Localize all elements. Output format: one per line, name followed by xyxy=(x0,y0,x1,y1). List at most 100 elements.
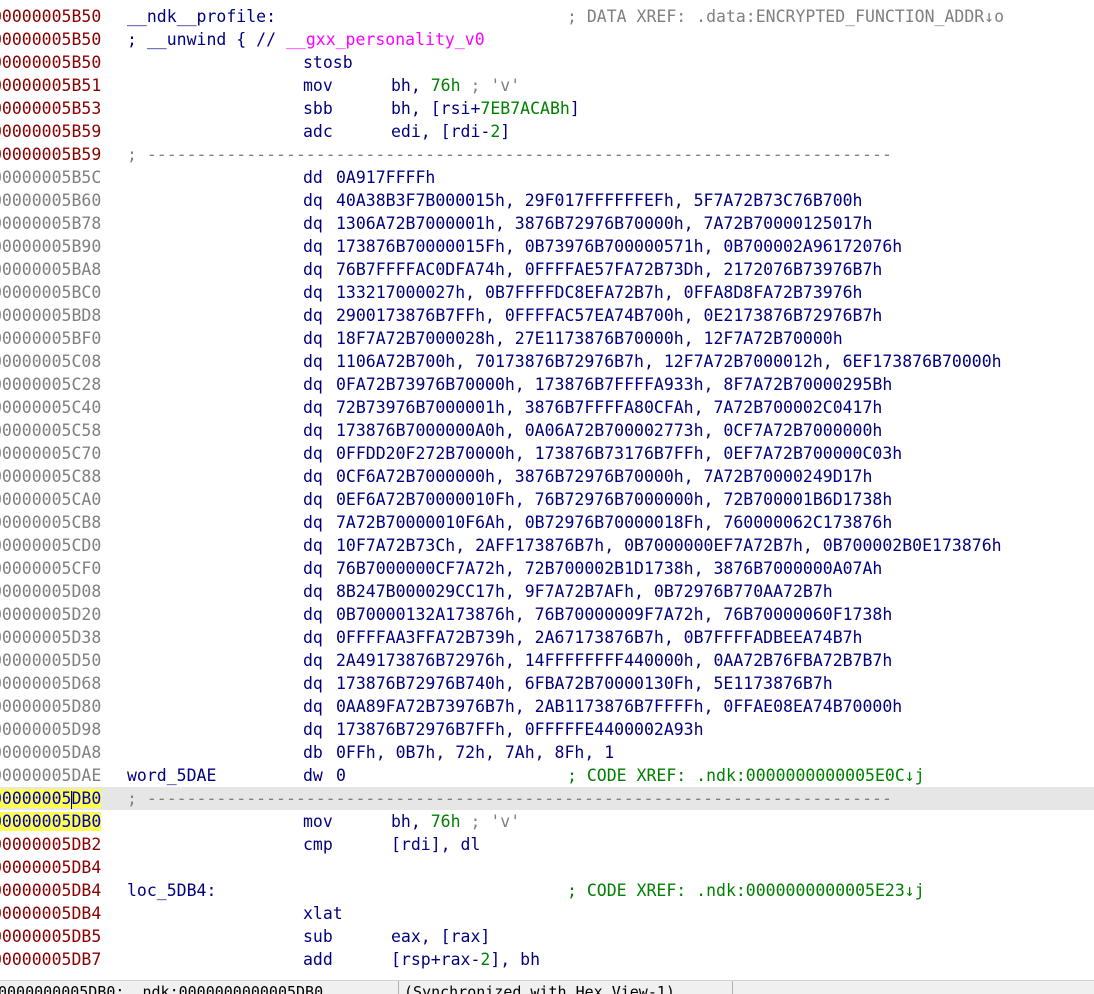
mnemonic[interactable]: mov xyxy=(303,810,333,833)
data-values[interactable]: 0A917FFFFh xyxy=(336,166,435,189)
mnemonic[interactable]: dq xyxy=(303,212,323,235)
listing-line[interactable]: 00000005B50 stosb xyxy=(0,51,1094,74)
data-values[interactable]: 40A38B3F7B000015h, 29F017FFFFFFEFh, 5F7A… xyxy=(336,189,863,212)
data-values[interactable]: 173876B72976B7FFh, 0FFFFFE4400002A93h xyxy=(336,718,704,741)
listing-line[interactable]: 00000005BD8 dq 2900173876B7FFh, 0FFFFAC57E… xyxy=(0,304,1094,327)
mnemonic[interactable]: db xyxy=(303,741,323,764)
data-values[interactable]: 0FFFFAA3FFA72B739h, 2A67173876B7h, 0B7FF… xyxy=(336,626,863,649)
data-values[interactable]: 8B247B000029CC17h, 9F7A72B7AFh, 0B72976B… xyxy=(336,580,833,603)
listing-line[interactable]: 00000005DB2 cmp [rdi], dl xyxy=(0,833,1094,856)
mnemonic[interactable]: dq xyxy=(303,626,323,649)
operands[interactable]: bh, 76h ; 'v' xyxy=(391,74,520,97)
data-values[interactable]: 173876B70000015Fh, 0B73976B700000571h, 0… xyxy=(336,235,902,258)
data-values[interactable]: 0EF6A72B70000010Fh, 76B72976B7000000h, 7… xyxy=(336,488,892,511)
mnemonic[interactable]: dq xyxy=(303,281,323,304)
listing-line[interactable]: 00000005C28 dq 0FA72B73976B70000h, 173876B… xyxy=(0,373,1094,396)
mnemonic[interactable]: dq xyxy=(303,327,323,350)
listing-line[interactable]: 00000005D98 dq 173876B72976B7FFh, 0FFFFFE4… xyxy=(0,718,1094,741)
data-values[interactable]: 72B73976B7000001h, 3876B7FFFFA80CFAh, 7A… xyxy=(336,396,882,419)
listing-line[interactable]: 00000005DB4 xyxy=(0,856,1094,879)
code-label[interactable]: __ndk__profile: xyxy=(127,5,276,28)
listing-line[interactable]: 00000005D68 dq 173876B72976B740h, 6FBA72B7… xyxy=(0,672,1094,695)
listing-line[interactable]: 00000005C08 dq 1106A72B700h, 70173876B7297… xyxy=(0,350,1094,373)
data-values[interactable]: 0FFDD20F272B70000h, 173876B73176B7FFh, 0… xyxy=(336,442,902,465)
mnemonic[interactable]: dq xyxy=(303,580,323,603)
data-values[interactable]: 76B7FFFFAC0DFA74h, 0FFFFAE57FA72B73Dh, 2… xyxy=(336,258,882,281)
listing-line[interactable]: 00000005DB4 loc_5DB4: ; CODE XREF: .ndk:00… xyxy=(0,879,1094,902)
operands[interactable]: [rdi], dl xyxy=(391,833,480,856)
mnemonic[interactable]: dq xyxy=(303,511,323,534)
mnemonic[interactable]: dw xyxy=(303,764,323,787)
data-values[interactable]: 133217000027h, 0B7FFFFDC8EFA72B7h, 0FFA8… xyxy=(336,281,863,304)
listing-line[interactable]: 00000005B59 ; ---------------------------… xyxy=(0,143,1094,166)
listing-line[interactable]: 00000005DB4 xlat xyxy=(0,902,1094,925)
listing-line[interactable]: 00000005BA8 dq 76B7FFFFAC0DFA74h, 0FFFFAE5… xyxy=(0,258,1094,281)
data-values[interactable]: 76B7000000CF7A72h, 72B700002B1D1738h, 38… xyxy=(336,557,882,580)
mnemonic[interactable]: dq xyxy=(303,442,323,465)
listing-line[interactable]: 00000005C70 dq 0FFDD20F272B70000h, 173876B… xyxy=(0,442,1094,465)
listing-line[interactable]: 00000005DB5 sub eax, [rax] xyxy=(0,925,1094,948)
listing-line[interactable]: 00000005B50 __ndk__profile: ; DATA XREF: .… xyxy=(0,5,1094,28)
mnemonic[interactable]: dq xyxy=(303,695,323,718)
mnemonic[interactable]: dd xyxy=(303,166,323,189)
mnemonic[interactable]: dq xyxy=(303,465,323,488)
listing-line[interactable]: 00000005C58 dq 173876B7000000A0h, 0A06A72B… xyxy=(0,419,1094,442)
mnemonic[interactable]: dq xyxy=(303,718,323,741)
listing-line[interactable]: 00000005B53 sbb bh, [rsi+7EB7ACABh] xyxy=(0,97,1094,120)
mnemonic[interactable]: dq xyxy=(303,557,323,580)
operands[interactable]: eax, [rax] xyxy=(391,925,490,948)
listing-line[interactable]: 00000005CA0 dq 0EF6A72B70000010Fh, 76B7297… xyxy=(0,488,1094,511)
listing-line[interactable]: 00000005BF0 dq 18F7A72B7000028h, 27E117387… xyxy=(0,327,1094,350)
listing-line[interactable]: 00000005B78 dq 1306A72B7000001h, 3876B7297… xyxy=(0,212,1094,235)
code-label[interactable]: loc_5DB4: xyxy=(127,879,216,902)
mnemonic[interactable]: adc xyxy=(303,120,333,143)
mnemonic[interactable]: sub xyxy=(303,925,333,948)
mnemonic[interactable]: dq xyxy=(303,350,323,373)
mnemonic[interactable]: dq xyxy=(303,649,323,672)
listing-line[interactable]: 00000005D50 dq 2A49173876B72976h, 14FFFFFF… xyxy=(0,649,1094,672)
listing-line[interactable]: 00000005C40 dq 72B73976B7000001h, 3876B7FF… xyxy=(0,396,1094,419)
mnemonic[interactable]: mov xyxy=(303,74,333,97)
listing-line[interactable]: 00000005C88 dq 0CF6A72B7000000h, 3876B7297… xyxy=(0,465,1094,488)
mnemonic[interactable]: cmp xyxy=(303,833,333,856)
operands[interactable]: bh, 76h ; 'v' xyxy=(391,810,520,833)
listing-line[interactable]: 00000005DB0 mov bh, 76h ; 'v' xyxy=(0,810,1094,833)
listing-line[interactable]: 00000005B90 dq 173876B70000015Fh, 0B73976B… xyxy=(0,235,1094,258)
listing-line[interactable]: 00000005BC0 dq 133217000027h, 0B7FFFFDC8EF… xyxy=(0,281,1094,304)
mnemonic[interactable]: xlat xyxy=(303,902,343,925)
data-values[interactable]: 0CF6A72B7000000h, 3876B72976B70000h, 7A7… xyxy=(336,465,872,488)
mnemonic[interactable]: dq xyxy=(303,488,323,511)
data-values[interactable]: 0 xyxy=(336,764,346,787)
data-values[interactable]: 0FFh, 0B7h, 72h, 7Ah, 8Fh, 1 xyxy=(336,741,614,764)
data-values[interactable]: 0AA89FA72B73976B7h, 2AB1173876B7FFFFh, 0… xyxy=(336,695,902,718)
mnemonic[interactable]: dq xyxy=(303,396,323,419)
operands[interactable]: bh, [rsi+7EB7ACABh] xyxy=(391,97,580,120)
mnemonic[interactable]: dq xyxy=(303,235,323,258)
data-values[interactable]: 2A49173876B72976h, 14FFFFFFFF440000h, 0A… xyxy=(336,649,892,672)
mnemonic[interactable]: stosb xyxy=(303,51,353,74)
mnemonic[interactable]: dq xyxy=(303,672,323,695)
operands[interactable]: [rsp+rax-2], bh xyxy=(391,948,540,971)
data-values[interactable]: 0FA72B73976B70000h, 173876B7FFFFA933h, 8… xyxy=(336,373,892,396)
listing-line[interactable]: 00000005B59 adc edi, [rdi-2] xyxy=(0,120,1094,143)
listing-line[interactable]: 00000005CF0 dq 76B7000000CF7A72h, 72B70000… xyxy=(0,557,1094,580)
listing-line[interactable]: 00000005D80 dq 0AA89FA72B73976B7h, 2AB1173… xyxy=(0,695,1094,718)
listing-line[interactable]: 00000005CB8 dq 7A72B70000010F6Ah, 0B72976B… xyxy=(0,511,1094,534)
xref-comment[interactable]: ; CODE XREF: .ndk:0000000000005E0C↓j xyxy=(567,764,925,787)
mnemonic[interactable]: dq xyxy=(303,258,323,281)
data-values[interactable]: 18F7A72B7000028h, 27E1173876B70000h, 12F… xyxy=(336,327,843,350)
personality-name[interactable]: __gxx_personality_v0 xyxy=(286,30,485,49)
listing-line[interactable]: 00000005B5C dd 0A917FFFFh xyxy=(0,166,1094,189)
xref-comment[interactable]: ; DATA XREF: .data:ENCRYPTED_FUNCTION_AD… xyxy=(567,5,1004,28)
data-values[interactable]: 10F7A72B73Ch, 2AFF173876B7h, 0B7000000EF… xyxy=(336,534,1002,557)
listing-line[interactable]: 00000005D20 dq 0B70000132A173876h, 76B7000… xyxy=(0,603,1094,626)
mnemonic[interactable]: dq xyxy=(303,189,323,212)
data-values[interactable]: 173876B72976B740h, 6FBA72B70000130Fh, 5E… xyxy=(336,672,833,695)
listing-line[interactable]: 00000005D38 dq 0FFFFAA3FFA72B739h, 2A67173… xyxy=(0,626,1094,649)
listing-line[interactable]: 00000005D08 dq 8B247B000029CC17h, 9F7A72B7… xyxy=(0,580,1094,603)
mnemonic[interactable]: add xyxy=(303,948,333,971)
operands[interactable]: edi, [rdi-2] xyxy=(391,120,510,143)
data-values[interactable]: 1306A72B7000001h, 3876B72976B70000h, 7A7… xyxy=(336,212,872,235)
mnemonic[interactable]: dq xyxy=(303,534,323,557)
listing-line[interactable]: 00000005B51 mov bh, 76h ; 'v' xyxy=(0,74,1094,97)
